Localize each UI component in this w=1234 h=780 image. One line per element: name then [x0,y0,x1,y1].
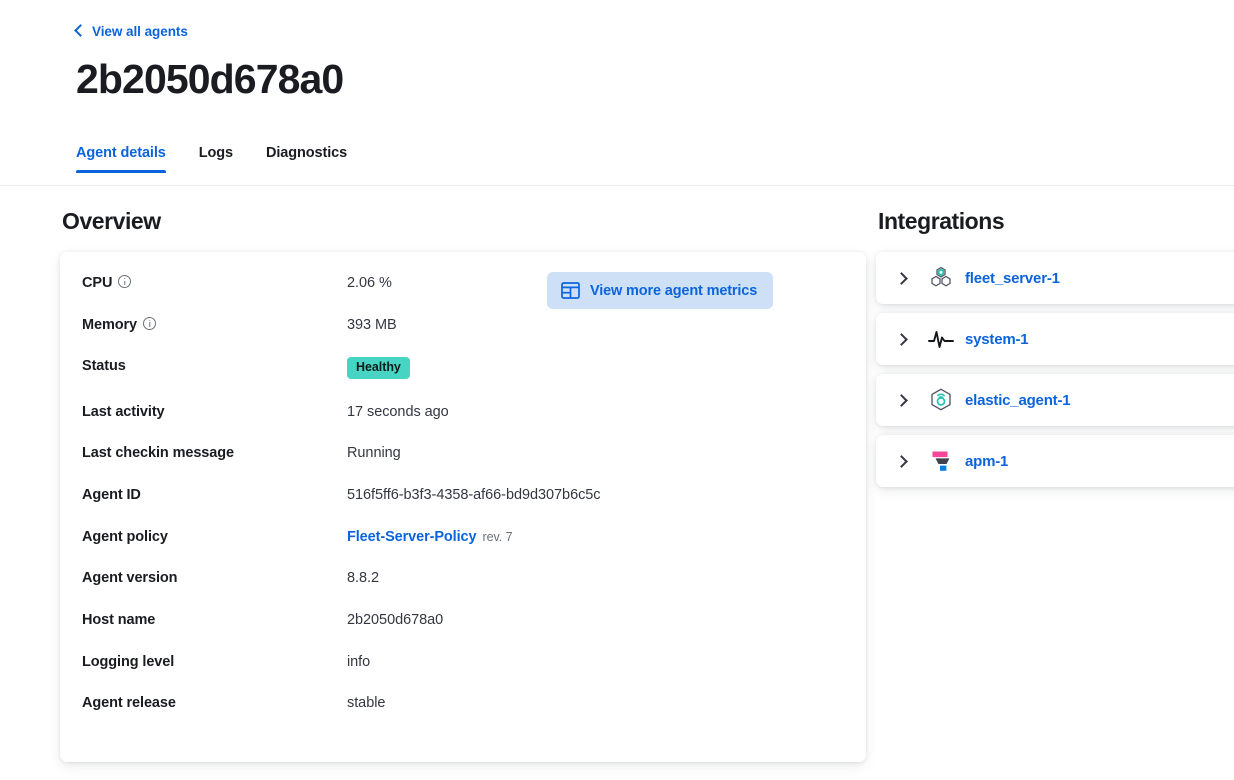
dashboard-grid-icon [561,282,580,299]
integrations-column: Integrations fleet_server-1 system-1 ela… [840,186,1234,780]
overview-column: Overview View more agent metrics CPU 2.0… [0,186,866,780]
row-label-memory: Memory [82,316,347,358]
table-row: Agent policy Fleet-Server-Policy rev. 7 [82,528,844,570]
overview-heading: Overview [62,208,161,234]
row-label-cpu: CPU [82,274,347,316]
row-label-last-activity: Last activity [82,403,165,420]
table-row: Last checkin message Running [82,444,844,486]
integration-name: system-1 [965,330,1029,348]
page-title: 2b2050d678a0 [76,56,344,102]
overview-card: View more agent metrics CPU 2.06 % Memor [60,252,866,762]
page-body: Overview View more agent metrics CPU 2.0… [0,186,1234,780]
tab-logs[interactable]: Logs [199,145,233,173]
tab-bar: Agent details Logs Diagnostics [76,127,1234,174]
row-value-status: Healthy [347,357,844,403]
chevron-right-icon[interactable] [895,332,908,346]
row-label-agent-version: Agent version [82,570,178,587]
table-row: Agent version 8.8.2 [82,569,844,611]
row-label-agent-policy: Agent policy [82,528,168,545]
integrations-list: fleet_server-1 system-1 elastic_agent-1 … [876,252,1234,487]
tab-diagnostics[interactable]: Diagnostics [266,145,347,173]
overview-table: CPU 2.06 % Memory 393 MB Status Healthy … [82,274,844,736]
integration-row-fleet-server[interactable]: fleet_server-1 [876,252,1234,304]
row-value-agent-version: 8.8.2 [347,570,379,587]
row-value-agent-policy: Fleet-Server-Policy rev. 7 [347,528,844,570]
integration-row-apm[interactable]: apm-1 [876,435,1234,487]
row-value-agent-id: 516f5ff6-b3f3-4358-af66-bd9d307b6c5c [347,487,601,503]
back-to-agents-link[interactable]: View all agents [74,23,188,39]
integration-row-elastic-agent[interactable]: elastic_agent-1 [876,374,1234,426]
chevron-right-icon[interactable] [895,393,908,407]
chevron-left-icon [74,24,87,37]
row-label-host-name: Host name [82,611,156,628]
row-value-last-activity: 17 seconds ago [347,403,449,420]
row-label-status: Status [82,358,126,375]
tab-agent-details[interactable]: Agent details [76,145,166,174]
row-value-agent-release: stable [347,695,386,712]
back-link-label: View all agents [92,23,188,39]
chevron-right-icon[interactable] [895,454,908,468]
chevron-right-icon[interactable] [895,271,908,285]
agent-policy-revision: rev. 7 [482,529,513,544]
integration-name: apm-1 [965,452,1009,470]
agent-hexagon-icon [928,387,954,413]
integration-name: fleet_server-1 [965,269,1060,287]
row-label-agent-id: Agent ID [82,487,141,503]
row-label-last-checkin-message: Last checkin message [82,445,234,462]
table-row: Memory 393 MB [82,316,844,358]
info-icon[interactable] [143,316,156,330]
row-label-logging-level: Logging level [82,653,175,670]
pulse-heartbeat-icon [928,326,954,352]
view-more-agent-metrics-button[interactable]: View more agent metrics [547,272,774,309]
agent-policy-link[interactable]: Fleet-Server-Policy [347,529,477,545]
page-header: View all agents 2b2050d678a0 Agent detai… [0,0,1234,186]
row-label-agent-release: Agent release [82,695,176,712]
integrations-heading: Integrations [878,208,1005,234]
hexagon-cluster-icon [928,265,954,291]
row-value-memory: 393 MB [347,316,397,333]
row-value-last-checkin-message: Running [347,445,401,462]
metrics-button-label: View more agent metrics [590,282,758,299]
table-row: Agent release stable [82,694,844,736]
integration-row-system[interactable]: system-1 [876,313,1234,365]
agent-details-page: View all agents 2b2050d678a0 Agent detai… [0,0,1234,780]
apm-funnel-icon [928,448,954,474]
table-row: Status Healthy [82,357,844,403]
row-value-logging-level: info [347,653,371,670]
status-badge: Healthy [347,357,410,380]
table-row: Agent ID 516f5ff6-b3f3-4358-af66-bd9d307… [82,486,844,528]
table-row: Last activity 17 seconds ago [82,403,844,445]
row-value-host-name: 2b2050d678a0 [347,611,444,628]
table-row: Logging level info [82,653,844,695]
info-icon[interactable] [118,275,132,288]
table-row: Host name 2b2050d678a0 [82,611,844,653]
integration-name: elastic_agent-1 [965,391,1071,409]
